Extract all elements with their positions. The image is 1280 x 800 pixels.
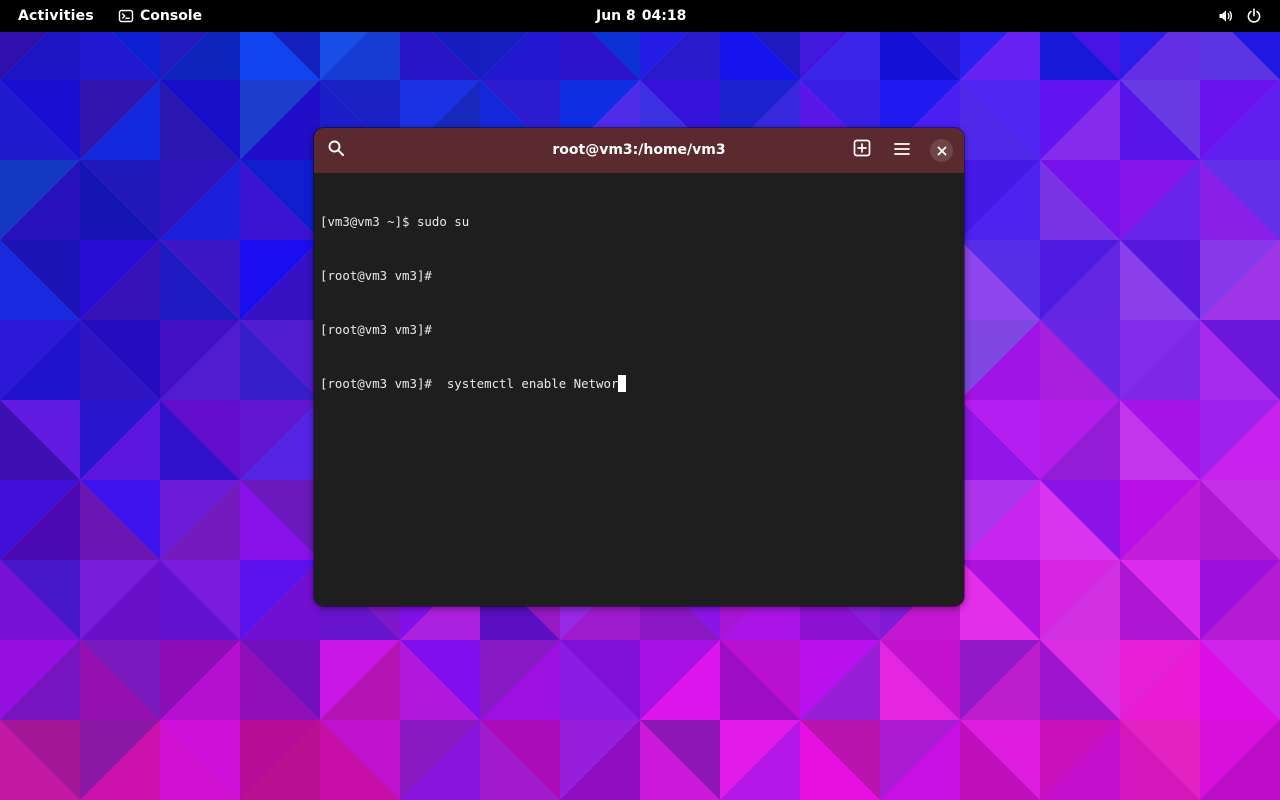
console-icon [118,8,134,24]
terminal-line: [vm3@vm3 ~]$ sudo su [320,214,470,229]
terminal-line: [root@vm3 vm3]# [320,322,432,337]
activities-button[interactable]: Activities [8,3,104,29]
terminal-headerbar[interactable]: root@vm3:/home/vm3 [314,128,964,173]
top-bar: Activities Console Jun 8 04:18 [0,0,1280,32]
app-menu-button[interactable]: Console [110,3,210,29]
terminal-line: [root@vm3 vm3]# [320,268,432,283]
terminal-command-text: [root@vm3 vm3]# systemctl enable Networ [320,376,619,391]
text-cursor [618,375,627,392]
clock-date: Jun 8 [596,8,636,24]
close-icon [937,141,947,160]
clock-time: 04:18 [641,8,687,24]
app-menu-label: Console [140,8,203,24]
terminal-output[interactable]: [vm3@vm3 ~]$ sudo su [root@vm3 vm3]# [ro… [314,173,964,606]
volume-icon [1218,8,1234,24]
main-menu-button[interactable] [887,135,917,165]
new-tab-button[interactable] [847,135,877,165]
system-indicators[interactable] [1214,3,1266,29]
power-icon [1246,8,1262,24]
close-button[interactable] [930,139,953,162]
terminal-line-current: [root@vm3 vm3]# systemctl enable Networ [320,375,627,393]
new-tab-icon [853,139,871,161]
terminal-window[interactable]: root@vm3:/home/vm3 [vm3@vm3 ~]$ sudo su … [314,128,964,606]
clock[interactable]: Jun 8 04:18 [588,3,694,29]
search-button[interactable] [321,135,351,165]
search-icon [327,139,345,161]
hamburger-menu-icon [894,141,910,160]
